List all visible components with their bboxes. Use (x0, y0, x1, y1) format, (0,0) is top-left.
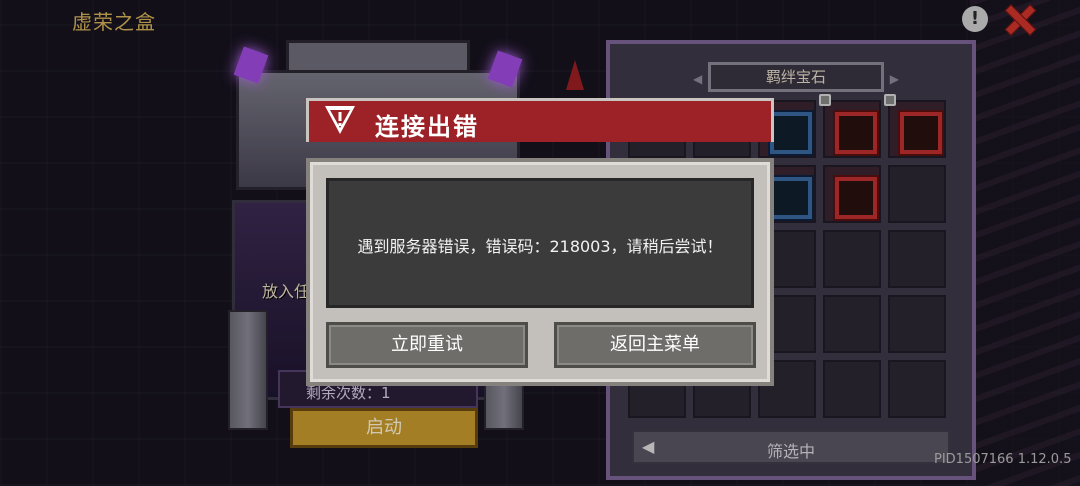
game-screen: 虚荣之盒 ! 放入任 剩余次数：1 启动 羁绊宝石 (0, 0, 1080, 486)
warning-icon (323, 103, 357, 137)
error-dialog: 遇到服务器错误，错误码：218003，请稍后尝试！ 立即重试 返回主菜单 (306, 158, 774, 386)
dialog-title: 连接出错 (375, 113, 479, 141)
error-message: 遇到服务器错误，错误码：218003，请稍后尝试！ (357, 237, 723, 256)
retry-button[interactable]: 立即重试 (326, 322, 528, 368)
main-menu-button[interactable]: 返回主菜单 (554, 322, 756, 368)
message-box: 遇到服务器错误，错误码：218003，请稍后尝试！ (326, 178, 754, 308)
dialog-header: 连接出错 (306, 98, 774, 142)
